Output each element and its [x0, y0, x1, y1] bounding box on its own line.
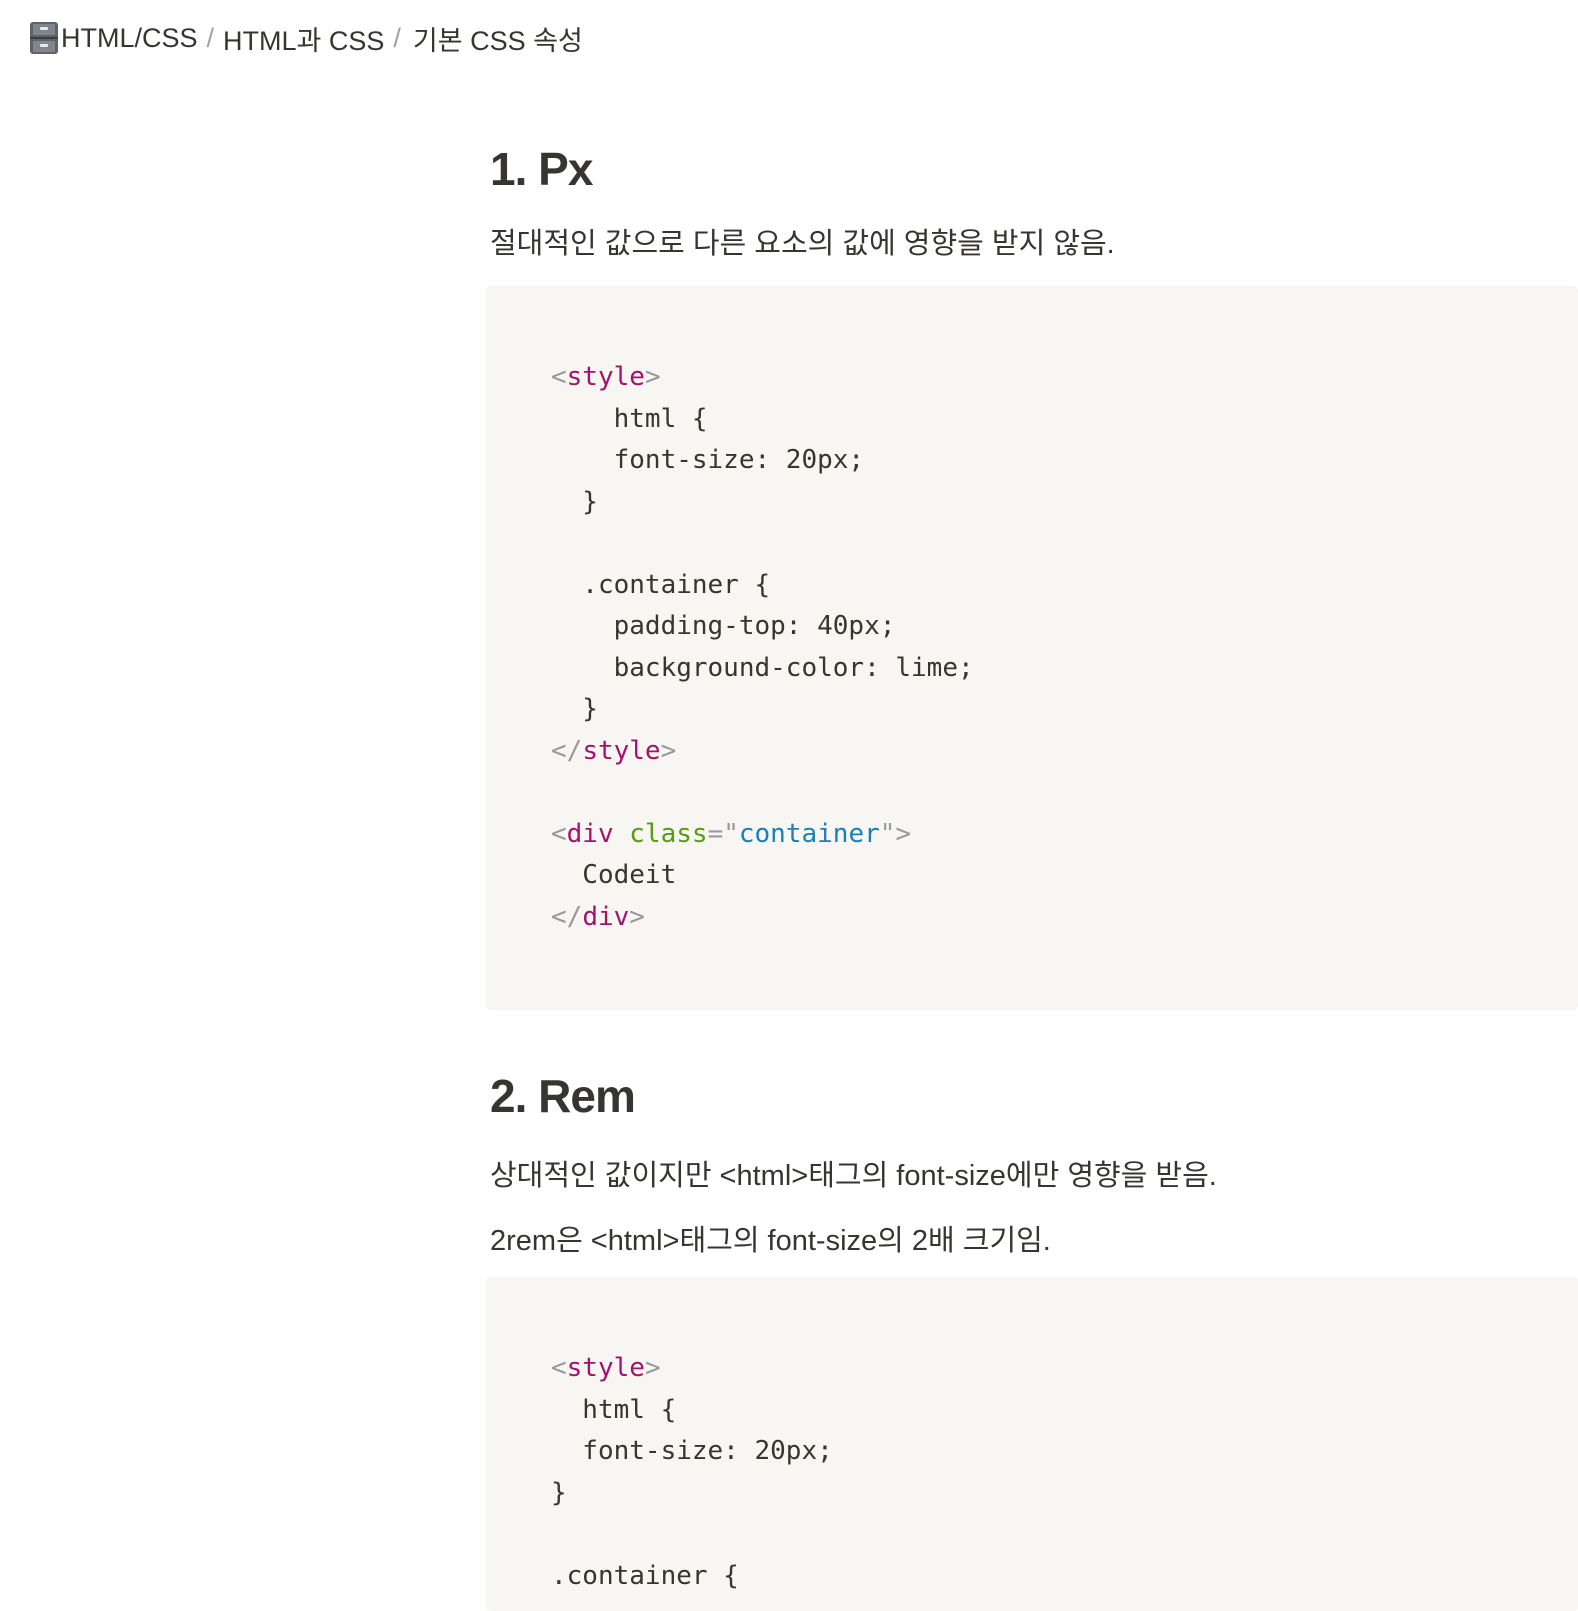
- code-token-str: container: [738, 818, 880, 849]
- breadcrumb-separator: /: [393, 22, 401, 53]
- code-token-plain: font-size: 20px;: [551, 445, 865, 475]
- code-token-tag: div: [566, 818, 614, 849]
- breadcrumb-item-html-css[interactable]: HTML/CSS: [61, 23, 198, 54]
- section-paragraph: 상대적인 값이지만 <html>태그의 font-size에만 영향을 받음.: [490, 1160, 1217, 1192]
- section-heading-rem: 2. Rem: [490, 1070, 636, 1122]
- code-content: <style> html { font-size: 20px;} .contain…: [551, 1348, 833, 1597]
- code-line: .container {: [551, 565, 974, 607]
- code-token-plain: }: [551, 486, 598, 517]
- code-line: html {: [551, 399, 974, 441]
- code-token-plain: html {: [551, 403, 708, 434]
- code-block[interactable]: <style> html { font-size: 20px;} .contain…: [486, 1277, 1578, 1611]
- code-token-plain: .container {: [551, 1560, 739, 1591]
- breadcrumb-item-html-and-css[interactable]: HTML과 CSS: [223, 19, 384, 58]
- code-line: Codeit: [551, 855, 974, 897]
- code-line: <style>: [551, 1348, 833, 1390]
- code-token-attr: class: [629, 818, 708, 849]
- code-token-plain: font-size: 20px;: [551, 1436, 833, 1466]
- code-token-punct: <: [551, 1353, 567, 1383]
- code-line: .container {: [551, 1556, 833, 1598]
- code-token-plain: Codeit: [551, 860, 677, 890]
- code-token-punct: >: [644, 362, 661, 392]
- code-token-tag: style: [566, 362, 645, 392]
- code-line: font-size: 20px;: [551, 1431, 833, 1473]
- breadcrumb-separator: /: [206, 22, 215, 53]
- code-token-punct: >: [629, 901, 645, 932]
- code-line: font-size: 20px;: [551, 440, 974, 482]
- code-token-punct: >: [660, 735, 677, 766]
- code-token-plain: }: [551, 1477, 567, 1508]
- code-token-punct: ">: [879, 818, 912, 849]
- section-heading-px: 1. Px: [490, 143, 593, 195]
- code-line: padding-top: 40px;: [551, 606, 974, 648]
- code-token-tag: style: [566, 1353, 645, 1383]
- code-line: }: [551, 1473, 833, 1515]
- section-paragraph: 2rem은 <html>태그의 font-size의 2배 크기임.: [490, 1225, 1051, 1257]
- code-token-punct: =": [707, 818, 739, 849]
- section-paragraph: 절대적인 값으로 다른 요소의 값에 영향을 받지 않음.: [490, 228, 1115, 260]
- breadcrumb-item-current-page[interactable]: 기본 CSS 속성: [413, 19, 583, 58]
- code-token-punct: </: [551, 901, 583, 932]
- code-token-tag: div: [582, 901, 630, 932]
- code-line: <div class="container">: [551, 814, 974, 856]
- file-cabinet-icon: [29, 21, 59, 55]
- code-token-punct: <: [551, 818, 567, 849]
- code-line: html {: [551, 1390, 833, 1432]
- code-line: </div>: [551, 897, 974, 939]
- code-token-punct: >: [644, 1353, 661, 1383]
- code-token-plain: html {: [551, 1394, 677, 1425]
- code-block[interactable]: <style> html { font-size: 20px; } .conta…: [486, 286, 1578, 1010]
- code-line: }: [551, 689, 974, 731]
- code-line: <style>: [551, 357, 974, 399]
- code-token-plain: background-color: lime;: [551, 652, 974, 683]
- code-token-punct: </: [551, 735, 583, 766]
- code-line: </style>: [551, 731, 974, 773]
- code-token-plain: }: [551, 694, 598, 724]
- code-token-tag: style: [582, 735, 661, 766]
- code-content: <style> html { font-size: 20px; } .conta…: [551, 357, 974, 938]
- code-token-plain: .container {: [551, 569, 771, 600]
- code-token-plain: padding-top: 40px;: [551, 611, 896, 641]
- code-line: background-color: lime;: [551, 648, 974, 690]
- code-token-punct: <: [551, 362, 567, 392]
- code-line: }: [551, 482, 974, 524]
- breadcrumb: HTML/CSS / HTML과 CSS / 기본 CSS 속성: [29, 18, 583, 58]
